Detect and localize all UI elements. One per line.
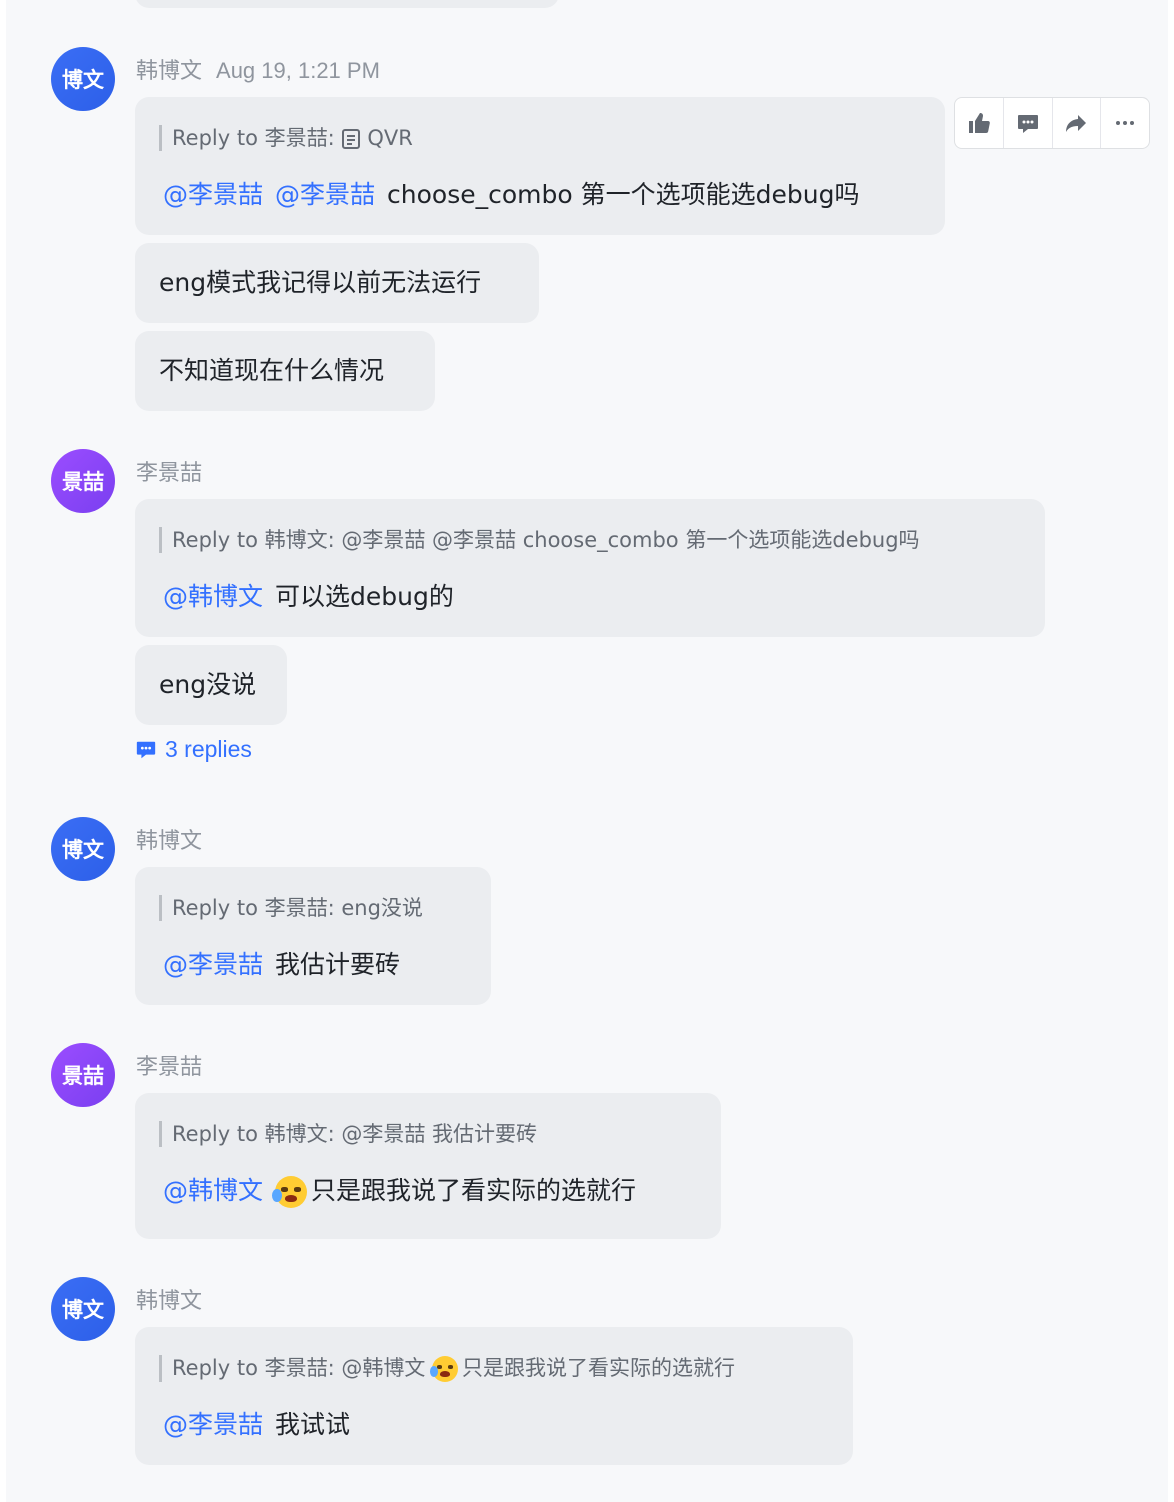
message-text: @韩博文 只是跟我说了看实际的选就行 [163,1175,636,1208]
message-text: @李景喆 @李景喆 choose_combo 第一个选项能选debug吗 [163,179,859,211]
quote-prefix: Reply to 韩博文: [172,528,335,552]
message-bubble[interactable]: Reply to 李景喆: QVR @李景喆 @李景喆 choose_combo 第… [135,97,945,235]
message-bubble[interactable]: Reply to 韩博文: @李景喆 @李景喆 choose_combo 第一个… [135,499,1045,637]
quote-prefix: Reply to 李景喆: [172,896,335,920]
message-text: 不知道现在什么情况 [159,356,385,385]
avatar[interactable]: 博文 [51,1277,115,1341]
quote-prefix: Reply to 李景喆: [172,1356,335,1380]
mention-link[interactable]: @李景喆 [163,1410,263,1439]
message-text: eng模式我记得以前无法运行 [159,268,482,297]
quote-text: QVR [367,126,413,150]
message-bubble[interactable]: Reply to 韩博文: @李景喆 我估计要砖 @韩博文 只是跟我说了看实际的选… [135,1093,721,1239]
message-bubble[interactable]: Reply to 李景喆: @韩博文 只是跟我说了看实际的选就行 @李景喆 我试试 [135,1327,853,1465]
avatar[interactable]: 博文 [51,47,115,111]
quote-text: @韩博文 [341,1356,426,1380]
timestamp: Aug 19, 1:21 PM [216,58,380,83]
thread-icon [136,741,156,758]
quote-prefix: Reply to 李景喆: [172,126,335,150]
document-icon [342,129,361,149]
message-body: 我估计要砖 [275,950,401,979]
message-text: eng没说 [159,670,257,699]
message-action-toolbar [954,97,1150,149]
sender-name[interactable]: 韩博文 [136,1289,202,1314]
avatar[interactable]: 景喆 [51,449,115,513]
more-icon[interactable] [1101,98,1149,148]
message-header: 李景喆 [136,455,202,487]
mention-link[interactable]: @李景喆 [163,180,263,209]
sender-name[interactable]: 韩博文 [136,829,202,854]
quote-text: 只是跟我说了看实际的选就行 [462,1356,736,1380]
message-text: @李景喆 我估计要砖 [163,949,400,981]
message-bubble[interactable]: eng模式我记得以前无法运行 [135,243,539,323]
message-header: 韩博文 Aug 19, 1:21 PM [136,53,380,85]
message-header: 韩博文 [136,1283,202,1315]
avatar[interactable]: 博文 [51,817,115,881]
replies-count: 3 replies [165,736,252,762]
avatar[interactable]: 景喆 [51,1043,115,1107]
forward-icon[interactable] [1053,98,1102,148]
mention-link[interactable]: @李景喆 [163,950,263,979]
message-header: 韩博文 [136,823,202,855]
reply-thread-icon[interactable] [1004,98,1053,148]
message-body: 可以选debug的 [275,582,454,611]
message-bubble[interactable]: 不知道现在什么情况 [135,331,435,411]
message-header: 李景喆 [136,1049,202,1081]
sender-name[interactable]: 李景喆 [136,1055,202,1080]
reply-quote[interactable]: Reply to 李景喆: @韩博文 只是跟我说了看实际的选就行 [159,1355,735,1382]
mention-link[interactable]: @韩博文 [163,1176,263,1205]
mention-link[interactable]: @李景喆 [275,180,375,209]
chat-panel: 博文 韩博文 Aug 19, 1:21 PM Reply to 李景喆: QVR … [6,0,1168,1502]
crying-laughing-emoji-icon [429,1356,459,1382]
message-body: choose_combo 第一个选项能选debug吗 [387,180,860,209]
message-body: 我试试 [275,1410,351,1439]
quote-prefix: Reply to 韩博文: [172,1122,335,1146]
sender-name[interactable]: 韩博文 [136,59,202,84]
message-text: @李景喆 我试试 [163,1409,350,1441]
message-text: @韩博文 可以选debug的 [163,581,454,613]
reply-quote[interactable]: Reply to 李景喆: eng没说 [159,895,423,921]
quote-text: eng没说 [341,896,423,920]
mention-link[interactable]: @韩博文 [163,582,263,611]
reply-quote[interactable]: Reply to 韩博文: @李景喆 我估计要砖 [159,1121,537,1147]
quote-text: @李景喆 我估计要砖 [341,1122,538,1146]
reply-quote[interactable]: Reply to 李景喆: QVR [159,125,413,151]
thumbs-up-icon[interactable] [955,98,1004,148]
previous-message-bubble [135,0,559,8]
crying-laughing-emoji-icon [272,1176,308,1208]
message-bubble[interactable]: Reply to 李景喆: eng没说 @李景喆 我估计要砖 [135,867,491,1005]
message-bubble[interactable]: eng没说 [135,645,287,725]
sender-name[interactable]: 李景喆 [136,461,202,486]
thread-replies-link[interactable]: 3 replies [135,736,252,763]
reply-quote[interactable]: Reply to 韩博文: @李景喆 @李景喆 choose_combo 第一个… [159,527,920,553]
message-body: 只是跟我说了看实际的选就行 [311,1176,637,1205]
quote-text: @李景喆 @李景喆 choose_combo 第一个选项能选debug吗 [341,528,920,552]
